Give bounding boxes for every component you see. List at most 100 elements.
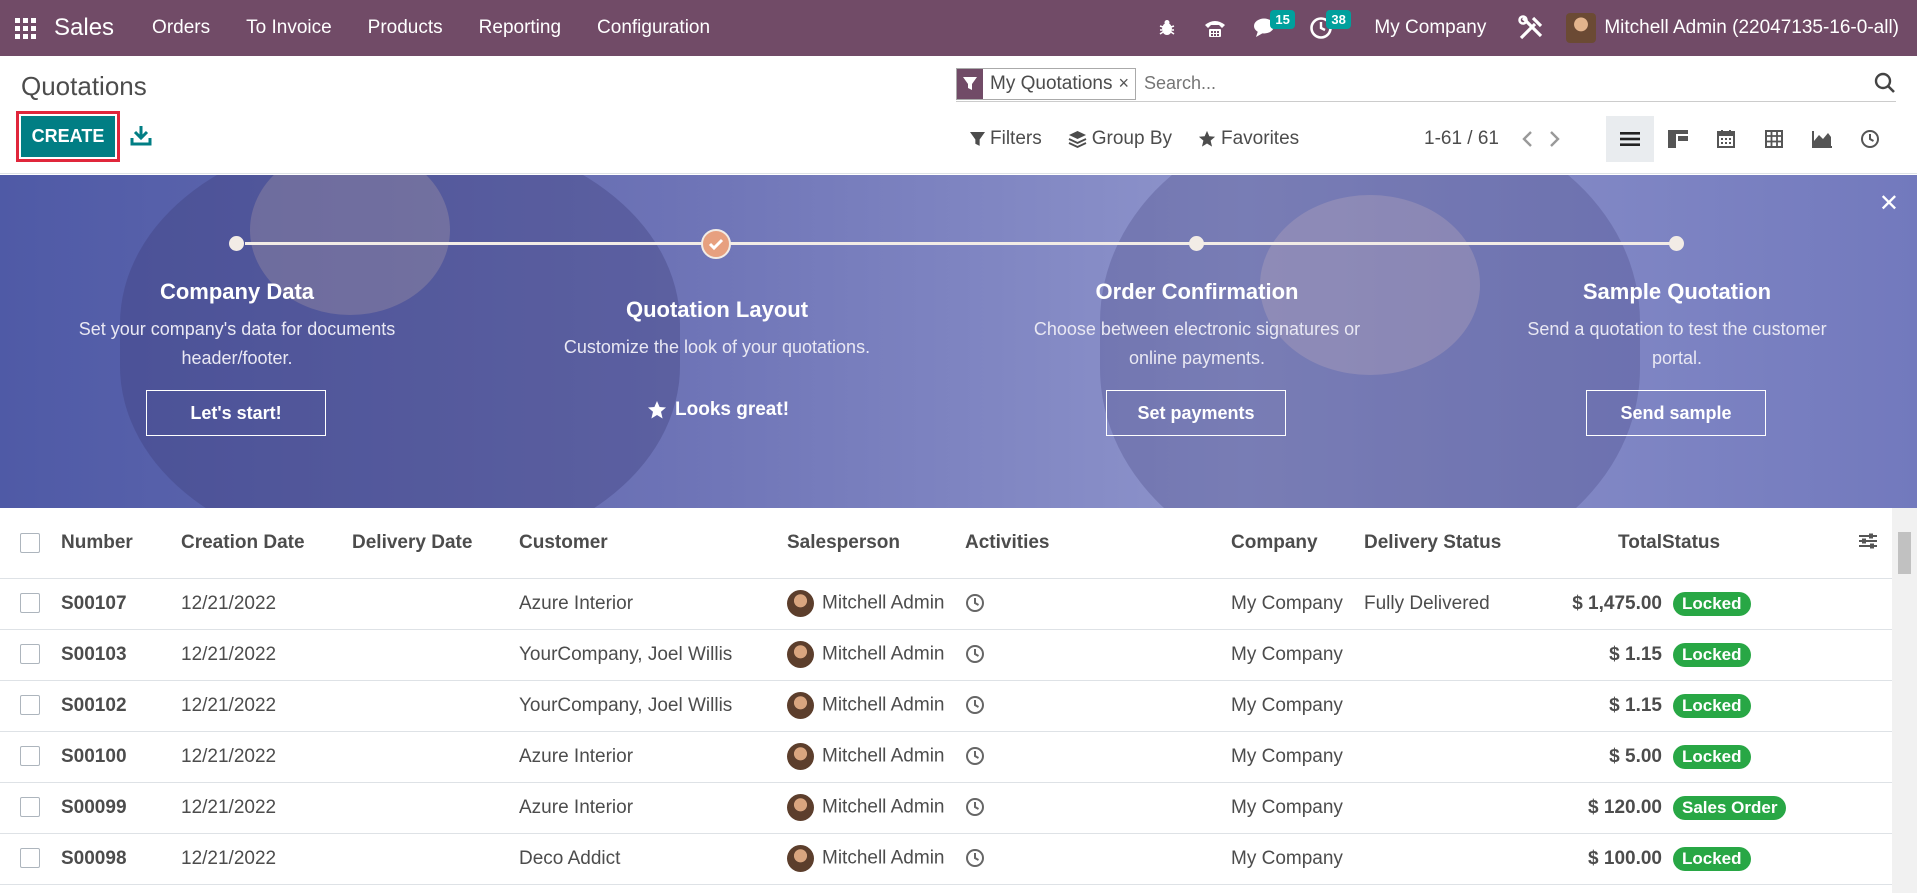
pager-previous-icon[interactable] (1521, 130, 1533, 148)
banner-close-icon[interactable]: ✕ (1879, 189, 1899, 218)
set-payments-button[interactable]: Set payments (1106, 390, 1286, 436)
company-switcher[interactable]: My Company (1356, 17, 1504, 39)
menu-products[interactable]: Products (350, 0, 461, 56)
scrollbar[interactable] (1892, 508, 1917, 893)
delivery-status (1364, 680, 1544, 732)
search-icon[interactable] (1874, 72, 1896, 99)
lets-start-button[interactable]: Let's start! (146, 390, 326, 436)
activities-cell[interactable] (965, 629, 1231, 681)
column-customer[interactable]: Customer (519, 508, 787, 579)
debug-bug-icon[interactable] (1144, 0, 1190, 56)
activity-view-icon[interactable] (1846, 116, 1894, 162)
groupby-button[interactable]: Group By (1068, 128, 1172, 150)
menu-reporting[interactable]: Reporting (461, 0, 579, 56)
table-row[interactable]: S00100 12/21/2022 Azure Interior Mitchell A… (0, 731, 1892, 783)
total-amount: $ 120.00 (1544, 782, 1662, 834)
customer: YourCompany, Joel Willis (519, 680, 787, 732)
phone-icon[interactable] (1190, 0, 1240, 56)
activity-clock-icon[interactable] (965, 797, 985, 817)
column-delivery-date[interactable]: Delivery Date (352, 508, 519, 579)
activity-clock-icon[interactable] (965, 593, 985, 613)
activities-cell[interactable] (965, 578, 1231, 630)
step-description-line: Set your company's data for documents (78, 319, 396, 339)
table-row[interactable]: S00099 12/21/2022 Azure Interior Mitchell A… (0, 782, 1892, 834)
status-badge: Locked (1673, 744, 1751, 769)
row-checkbox[interactable] (20, 695, 40, 716)
activity-clock-icon[interactable] (965, 644, 985, 664)
activity-clock-icon[interactable] (965, 695, 985, 715)
total-amount: $ 5.00 (1544, 731, 1662, 783)
column-salesperson[interactable]: Salesperson (787, 508, 965, 579)
table-row[interactable]: S00102 12/21/2022 YourCompany, Joel Willis… (0, 680, 1892, 732)
filters-button[interactable]: Filters (970, 128, 1042, 150)
menu-orders[interactable]: Orders (134, 0, 228, 56)
column-status[interactable]: Status (1662, 508, 1892, 579)
step-title: Sample Quotation (1582, 279, 1772, 304)
column-status-label: Status (1662, 531, 1721, 553)
create-button[interactable]: CREATE (16, 111, 120, 162)
activities-cell[interactable] (965, 782, 1231, 834)
filters-label: Filters (990, 128, 1042, 149)
download-icon[interactable] (130, 124, 152, 151)
favorites-button[interactable]: Favorites (1198, 128, 1299, 150)
app-brand[interactable]: Sales (54, 14, 114, 42)
step-description-line: online payments. (1128, 348, 1266, 368)
search-input[interactable] (1144, 73, 1845, 94)
row-checkbox[interactable] (20, 746, 40, 767)
messages-count-badge: 15 (1270, 10, 1295, 29)
apps-menu-icon[interactable] (0, 0, 50, 56)
tools-icon[interactable] (1504, 0, 1558, 56)
user-menu[interactable]: Mitchell Admin (22047135-16-0-all) (1558, 13, 1917, 43)
column-delivery-status[interactable]: Delivery Status (1364, 508, 1544, 579)
activities-cell[interactable] (965, 731, 1231, 783)
create-button-label: CREATE (21, 116, 115, 157)
company: My Company (1231, 731, 1364, 783)
facet-remove-icon[interactable]: × (1119, 73, 1136, 94)
salesperson: Mitchell Admin (787, 680, 965, 732)
order-number: S00098 (61, 833, 181, 885)
step-sample-quotation: Sample Quotation Send a quotation to tes… (1467, 279, 1887, 373)
menu-configuration[interactable]: Configuration (579, 0, 728, 56)
column-company[interactable]: Company (1231, 508, 1364, 579)
row-checkbox[interactable] (20, 797, 40, 818)
step-quotation-layout: Quotation Layout Customize the look of y… (507, 297, 927, 362)
table-row[interactable]: S00103 12/21/2022 YourCompany, Joel Willis… (0, 629, 1892, 681)
column-number[interactable]: Number (61, 508, 181, 579)
step-dot (1669, 236, 1684, 251)
total-amount: $ 100.00 (1544, 833, 1662, 885)
messages-icon[interactable]: 15 (1240, 0, 1296, 56)
table-row[interactable]: S00098 12/21/2022 Deco Addict Mitchell Admi… (0, 833, 1892, 885)
activities-clock-icon[interactable]: 38 (1296, 0, 1356, 56)
menu-to-invoice[interactable]: To Invoice (228, 0, 350, 56)
row-checkbox[interactable] (20, 644, 40, 665)
activities-cell[interactable] (965, 680, 1231, 732)
pivot-view-icon[interactable] (1750, 116, 1798, 162)
column-creation-date[interactable]: Creation Date (181, 508, 352, 579)
delivery-status (1364, 782, 1544, 834)
activity-clock-icon[interactable] (965, 746, 985, 766)
row-checkbox[interactable] (20, 848, 40, 869)
kanban-view-icon[interactable] (1654, 116, 1702, 162)
activities-cell[interactable] (965, 833, 1231, 885)
graph-view-icon[interactable] (1798, 116, 1846, 162)
calendar-view-icon[interactable] (1702, 116, 1750, 162)
send-sample-button[interactable]: Send sample (1586, 390, 1766, 436)
pager-next-icon[interactable] (1549, 130, 1561, 148)
select-all-checkbox[interactable] (20, 532, 40, 553)
activity-clock-icon[interactable] (965, 848, 985, 868)
status-badge: Sales Order (1673, 795, 1787, 820)
scrollbar-thumb[interactable] (1898, 532, 1911, 574)
step-description-line: portal. (1651, 348, 1703, 368)
column-total[interactable]: Total (1544, 508, 1662, 579)
column-activities[interactable]: Activities (965, 508, 1231, 579)
user-avatar (1566, 13, 1597, 43)
list-view-icon[interactable] (1606, 116, 1654, 162)
table-row[interactable]: S00107 12/21/2022 Azure Interior Mitchell A… (0, 578, 1892, 630)
pager-value[interactable]: 1-61 / 61 (1424, 128, 1499, 150)
optional-columns-icon[interactable] (1858, 532, 1878, 550)
row-checkbox[interactable] (20, 593, 40, 614)
salesperson-avatar (787, 845, 814, 872)
total-amount: $ 1.15 (1544, 680, 1662, 732)
company: My Company (1231, 782, 1364, 834)
delivery-date (352, 680, 519, 732)
